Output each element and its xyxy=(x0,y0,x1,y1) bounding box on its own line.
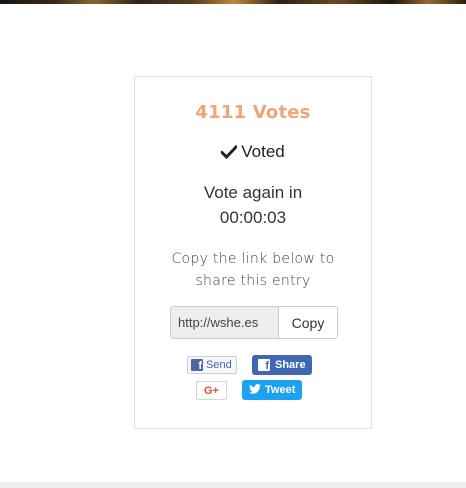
facebook-icon: f xyxy=(191,359,203,372)
facebook-icon: f xyxy=(258,359,270,372)
vote-again-block: Vote again in 00:00:03 xyxy=(135,180,371,230)
share-link-input[interactable] xyxy=(170,306,278,339)
share-instructions-line2: share this entry xyxy=(195,273,311,289)
share-instructions: Copy the link below to share this entry xyxy=(135,248,371,292)
header-image-strip xyxy=(0,0,466,4)
checkmark-icon xyxy=(220,144,239,164)
vote-card: 4111 Votes Voted Vote again in 00:00:03 … xyxy=(134,76,372,429)
facebook-send-label: Send xyxy=(206,359,232,371)
vote-count: 4111 Votes xyxy=(195,102,311,123)
google-plus-label: G+ xyxy=(204,384,219,397)
google-plus-button[interactable]: G+ xyxy=(196,381,227,400)
facebook-share-label: Share xyxy=(275,359,306,371)
voted-status: Voted xyxy=(135,142,371,164)
copy-link-group: Copy xyxy=(170,306,338,339)
countdown-timer: 00:00:03 xyxy=(219,208,287,227)
share-instructions-line1: Copy the link below to xyxy=(171,251,335,267)
voted-label: Voted xyxy=(241,142,285,161)
tweet-button[interactable]: Tweet xyxy=(242,380,303,400)
tweet-label: Tweet xyxy=(265,384,296,396)
twitter-bird-icon xyxy=(249,383,261,397)
vote-again-label: Vote again in xyxy=(203,183,303,202)
page-footer-bar xyxy=(0,482,466,488)
copy-button[interactable]: Copy xyxy=(278,306,338,339)
facebook-send-button[interactable]: f Send xyxy=(187,356,237,374)
facebook-share-button[interactable]: f Share xyxy=(252,355,312,375)
